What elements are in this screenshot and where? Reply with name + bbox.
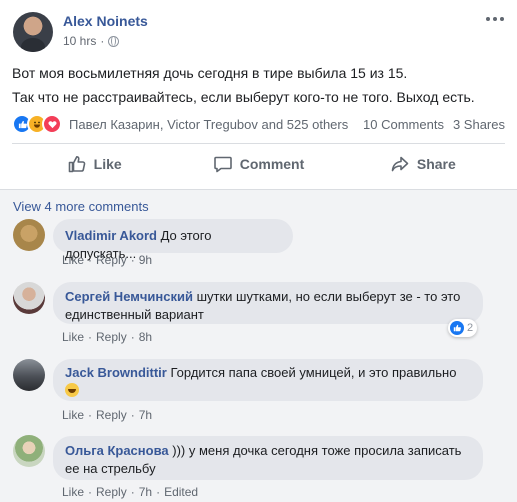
- comment-text-line: единственный вариант: [65, 307, 204, 322]
- more-options-icon[interactable]: [486, 17, 504, 21]
- comment-bubble: Vladimir Akord До этого допускать...: [53, 219, 293, 261]
- comment-reply-link[interactable]: Reply: [96, 485, 127, 499]
- comment-reply-link[interactable]: Reply: [96, 330, 127, 344]
- comment-actions: Like · Reply · 7h: [62, 408, 153, 422]
- comment-label: Comment: [239, 156, 305, 172]
- commenter-avatar[interactable]: [13, 359, 45, 391]
- comment-reaction-badge[interactable]: 2: [448, 319, 478, 337]
- comment-actions: Like · Reply · 9h: [62, 253, 153, 267]
- comment-edited-label[interactable]: Edited: [164, 485, 198, 499]
- meta-separator: ·: [100, 34, 105, 48]
- comment-time[interactable]: 8h: [139, 330, 152, 344]
- action-bar: Like Comment Share: [12, 145, 505, 183]
- author-name[interactable]: Alex Noinets: [63, 13, 148, 29]
- comment-text: Гордится папа своей умницей, и это прави…: [170, 365, 457, 380]
- comment-bubble: Сергей Немчинский шутки шутками, но если…: [53, 282, 483, 324]
- share-button[interactable]: Share: [341, 145, 505, 183]
- view-more-comments-link[interactable]: View 4 more comments: [13, 199, 149, 214]
- comment-time[interactable]: 7h: [139, 408, 152, 422]
- comment-like-link[interactable]: Like: [62, 330, 84, 344]
- comment-reply-link[interactable]: Reply: [96, 253, 127, 267]
- comment-text-line: шутки шутками, но если выберут зе - то э…: [196, 289, 461, 304]
- commenter-avatar[interactable]: [13, 219, 45, 251]
- share-label: Share: [416, 156, 456, 172]
- commenter-name[interactable]: Сергей Немчинский: [65, 289, 193, 304]
- engagement-counts: 10 Comments 3 Shares: [363, 117, 505, 132]
- comment-text-line: ее на стрельбу: [65, 461, 156, 476]
- divider: [0, 189, 517, 190]
- post-meta: 10 hrs ·: [63, 34, 120, 48]
- reaction-icons[interactable]: [12, 114, 62, 134]
- comment-actions: Like · Reply · 7h · Edited: [62, 485, 199, 499]
- like-icon: [450, 321, 464, 335]
- comment-time[interactable]: 7h: [139, 485, 152, 499]
- globe-icon[interactable]: [108, 35, 120, 47]
- comment-like-link[interactable]: Like: [62, 485, 84, 499]
- commenter-name[interactable]: Vladimir Akord: [65, 228, 157, 243]
- author-avatar[interactable]: [13, 12, 53, 52]
- comment-reply-link[interactable]: Reply: [96, 408, 127, 422]
- comment-bubble: Jack Browndittir Гордится папа своей умн…: [53, 359, 483, 401]
- thumbs-up-icon: [68, 156, 85, 173]
- commenter-avatar[interactable]: [13, 282, 45, 314]
- post-line: Вот моя восьмилетняя дочь сегодня в тире…: [12, 65, 408, 81]
- post-text: Вот моя восьмилетняя дочь сегодня в тире…: [12, 61, 475, 109]
- reactions-summary: Павел Казарин, Victor Tregubov and 525 o…: [12, 113, 505, 135]
- divider: [12, 143, 505, 144]
- comment-time[interactable]: 9h: [139, 253, 152, 267]
- share-icon: [391, 156, 409, 172]
- shares-count[interactable]: 3 Shares: [453, 117, 505, 132]
- commenter-avatar[interactable]: [13, 435, 45, 467]
- comment-like-link[interactable]: Like: [62, 253, 84, 267]
- post-line: Так что не расстраивайтесь, если выберут…: [12, 89, 475, 105]
- post-time[interactable]: 10 hrs: [63, 34, 96, 48]
- commenter-name[interactable]: Jack Browndittir: [65, 365, 167, 380]
- love-icon: [42, 114, 62, 134]
- commenter-name[interactable]: Ольга Краснова: [65, 443, 169, 458]
- like-button[interactable]: Like: [12, 145, 176, 183]
- comment-like-link[interactable]: Like: [62, 408, 84, 422]
- post-card: Alex Noinets 10 hrs · Вот моя восьмилетн…: [0, 0, 517, 502]
- comments-count[interactable]: 10 Comments: [363, 117, 444, 132]
- comment-button[interactable]: Comment: [176, 145, 340, 183]
- comment-icon: [213, 156, 232, 173]
- like-label: Like: [93, 156, 122, 172]
- comment-bubble: Ольга Краснова ))) у меня дочка сегодня …: [53, 436, 483, 480]
- reactors-names[interactable]: Павел Казарин, Victor Tregubov and 525 o…: [69, 117, 348, 132]
- comment-text-line: ))) у меня дочка сегодня тоже просила за…: [172, 443, 462, 458]
- reaction-count: 2: [467, 322, 474, 334]
- comment-actions: Like · Reply · 8h: [62, 330, 153, 344]
- grinning-face-icon: [65, 383, 79, 397]
